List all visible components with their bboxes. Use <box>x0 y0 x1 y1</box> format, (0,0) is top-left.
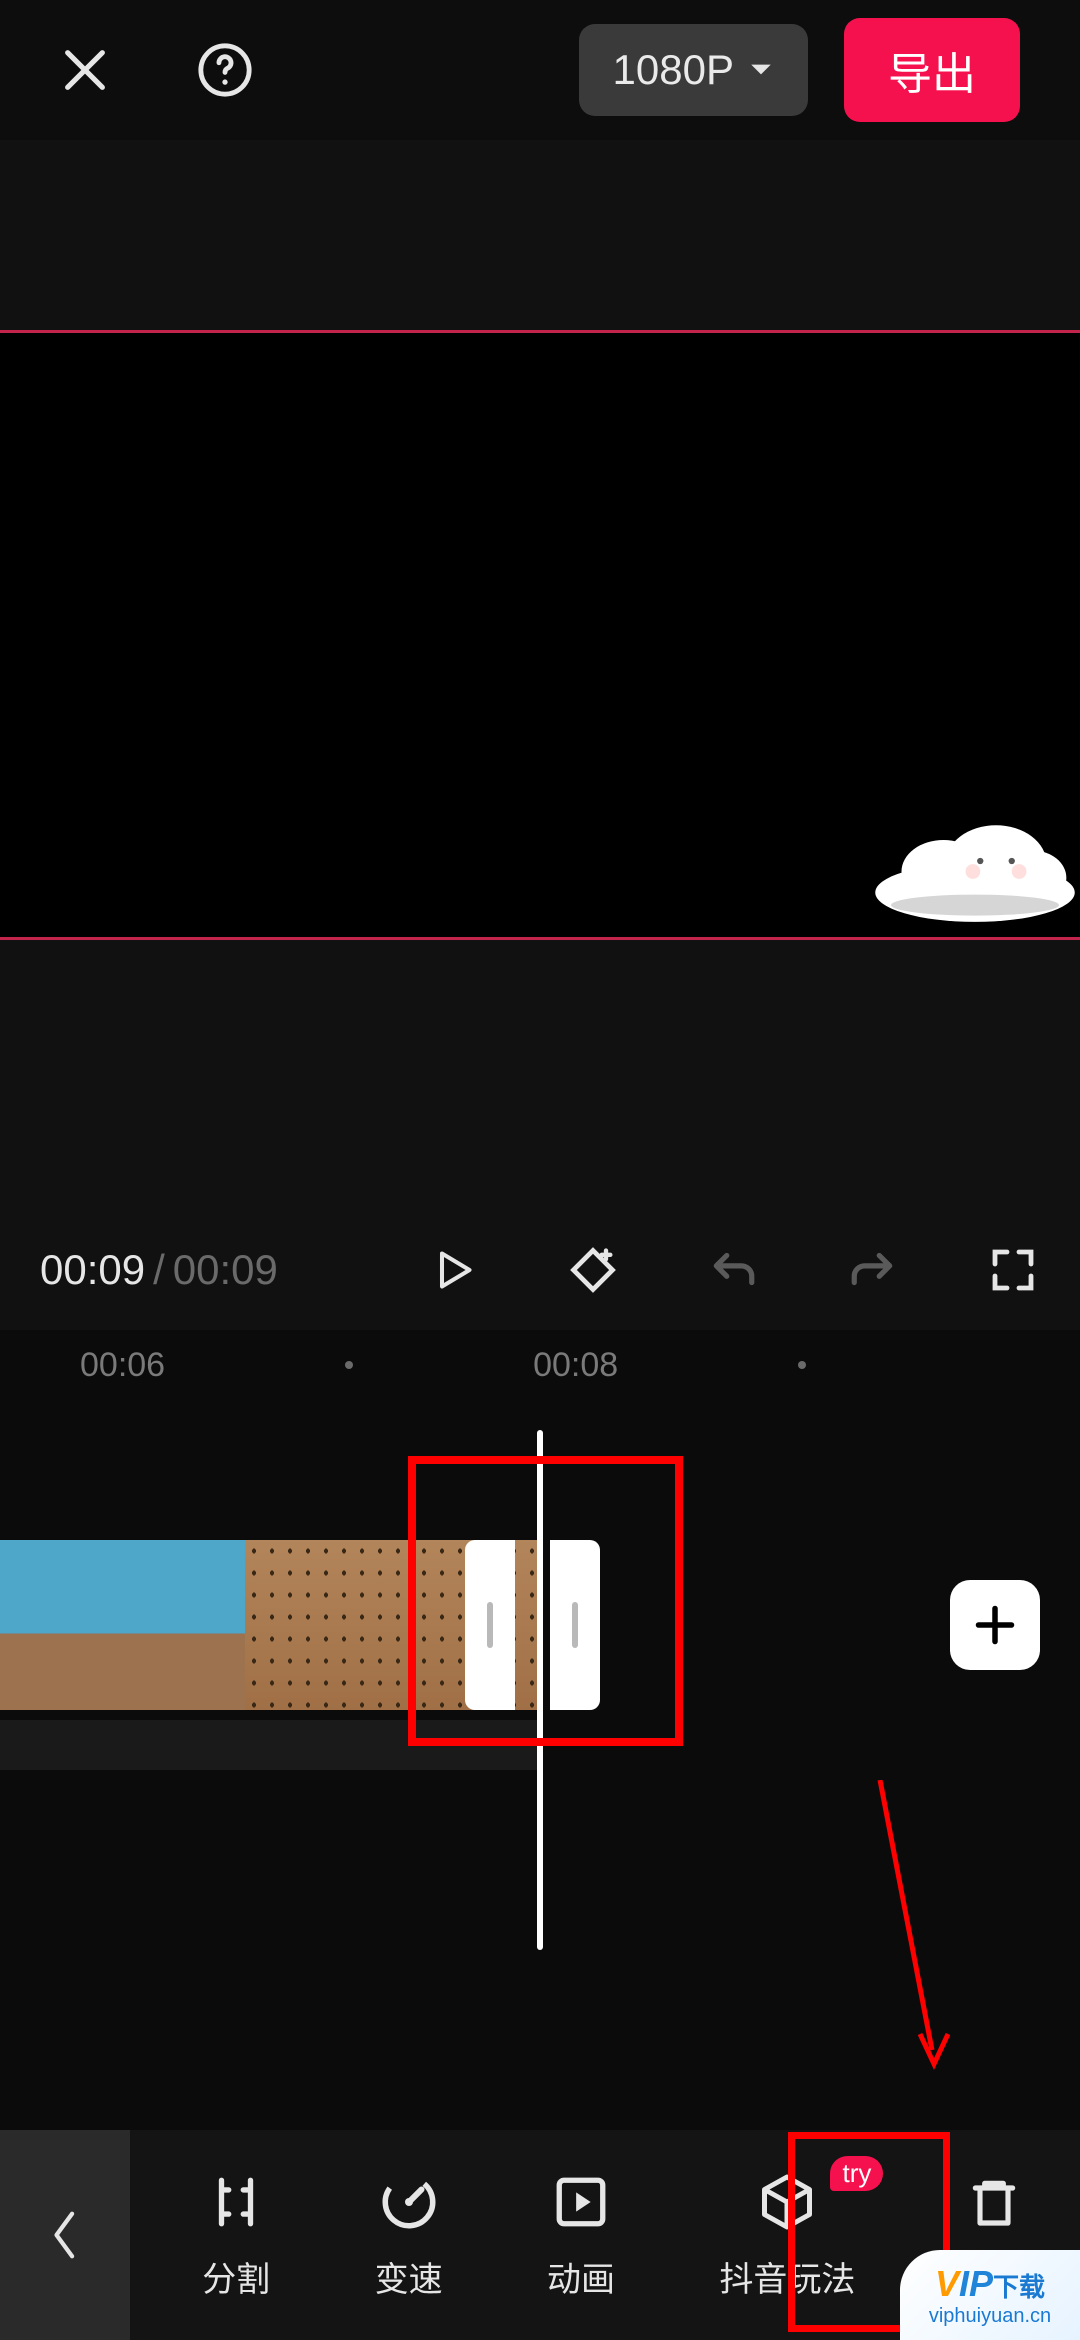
undo-icon[interactable] <box>706 1243 760 1297</box>
time-separator: / <box>153 1246 165 1294</box>
ruler-mark: 00:08 <box>533 1346 618 1385</box>
help-icon[interactable] <box>190 35 260 105</box>
tool-speed[interactable]: 变速 <box>375 2170 443 2301</box>
ruler-mark: 00:06 <box>80 1346 165 1385</box>
fullscreen-icon[interactable] <box>986 1243 1040 1297</box>
ruler-tick <box>345 1361 353 1369</box>
delete-icon <box>962 2170 1026 2234</box>
export-label: 导出 <box>888 50 976 99</box>
playback-bar: 00:09 / 00:09 <box>0 1210 1080 1330</box>
add-clip-button[interactable] <box>950 1580 1040 1670</box>
preview-area: 00:09 / 00:09 <box>0 140 1080 1330</box>
top-bar: 1080P 导出 <box>0 0 1080 140</box>
close-icon[interactable] <box>50 35 120 105</box>
clip-thumbnail <box>245 1540 415 1710</box>
top-right-group: 1080P 导出 <box>579 18 1020 122</box>
clip-thumbnail <box>90 1540 245 1710</box>
keyframe-add-icon[interactable] <box>566 1243 620 1297</box>
chevron-left-icon <box>48 2208 82 2262</box>
watermark: VIP下载 viphuiyuan.cn <box>900 2250 1080 2340</box>
annotation-arrow-icon <box>870 1780 950 2080</box>
ruler-tick <box>798 1361 806 1369</box>
tool-label: 变速 <box>375 2252 443 2301</box>
preview-canvas[interactable] <box>0 330 1080 940</box>
resolution-label: 1080P <box>613 46 734 94</box>
watermark-url: viphuiyuan.cn <box>929 2305 1051 2328</box>
back-button[interactable] <box>0 2130 130 2340</box>
current-time: 00:09 <box>40 1246 145 1294</box>
timeline[interactable]: 00:06 00:08 <box>0 1330 1080 2130</box>
watermark-brand: VIP下载 <box>935 2263 1045 2305</box>
chevron-down-icon <box>748 61 774 79</box>
cloud-sticker-icon <box>870 819 1080 929</box>
redo-icon[interactable] <box>846 1243 900 1297</box>
speed-icon <box>377 2170 441 2234</box>
tool-animation[interactable]: 动画 <box>547 2170 615 2301</box>
resolution-select[interactable]: 1080P <box>579 24 808 116</box>
clip-thumbnail <box>0 1540 90 1710</box>
tool-label: 分割 <box>202 2252 270 2301</box>
top-left-group <box>50 35 260 105</box>
tool-label: 动画 <box>547 2252 615 2301</box>
total-time: 00:09 <box>173 1246 278 1294</box>
animation-icon <box>549 2170 613 2234</box>
timeline-ruler: 00:06 00:08 <box>0 1330 1080 1400</box>
export-button[interactable]: 导出 <box>844 18 1020 122</box>
annotation-clip-highlight <box>408 1456 683 1746</box>
tool-split[interactable]: 分割 <box>202 2170 270 2301</box>
split-icon <box>204 2170 268 2234</box>
play-icon[interactable] <box>426 1243 480 1297</box>
